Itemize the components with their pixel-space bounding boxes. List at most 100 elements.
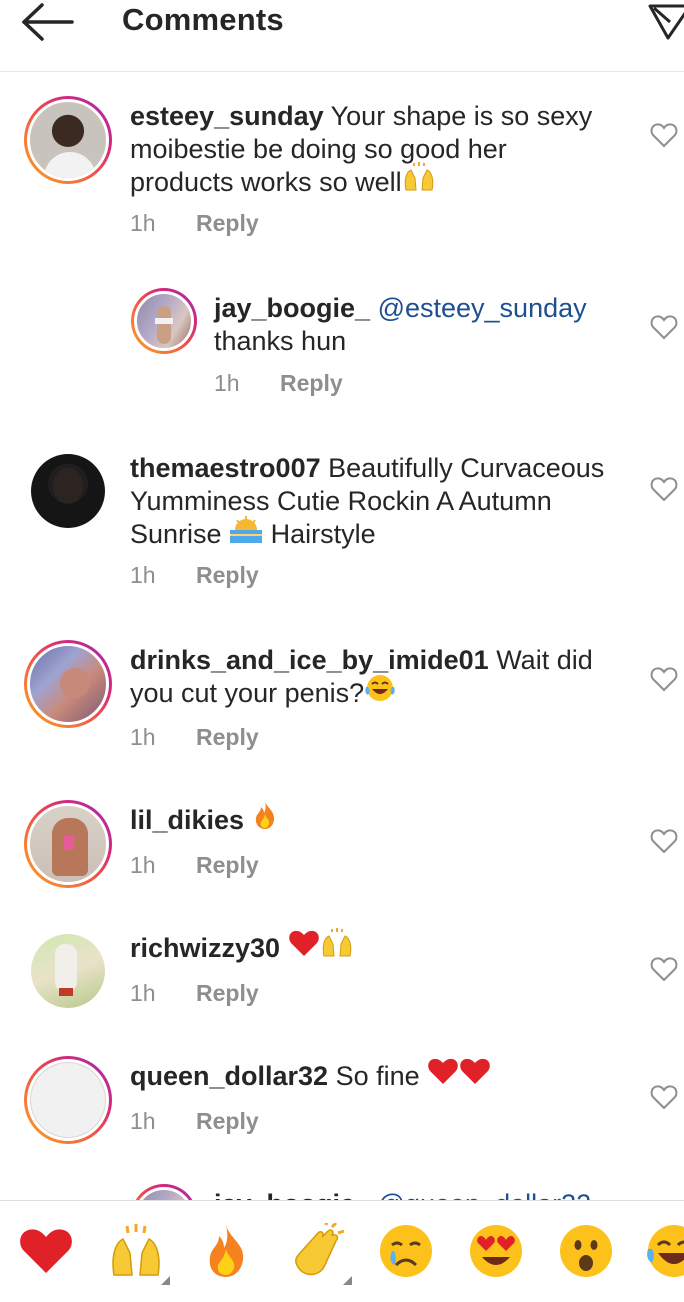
- avatar[interactable]: [131, 288, 197, 354]
- mention-link[interactable]: @queen_dollar32: [378, 1189, 592, 1200]
- comment-text: lil_dikies: [130, 800, 630, 838]
- comments-list[interactable]: esteey_sunday Your shape is so sexy moib…: [0, 72, 684, 1200]
- tears-of-joy-icon: [364, 673, 396, 711]
- avatar-image: [27, 803, 109, 885]
- heart-outline-icon: [650, 829, 678, 854]
- comment-text: richwizzy30: [130, 927, 630, 966]
- comment-text: jay_boogie_ @esteey_sunday thanks hun: [214, 292, 634, 358]
- like-button[interactable]: [650, 666, 678, 692]
- reaction-fire[interactable]: [198, 1223, 254, 1279]
- reply-button[interactable]: Reply: [196, 724, 259, 750]
- comment-username[interactable]: lil_dikies: [130, 805, 244, 835]
- page-title: Comments: [122, 2, 284, 37]
- reply-button[interactable]: Reply: [280, 370, 343, 396]
- comment-line: Yumminess Cutie Rockin A Autumn: [130, 486, 552, 516]
- comment-meta: 1h Reply: [130, 724, 259, 751]
- reaction-heart-eyes[interactable]: [468, 1223, 524, 1279]
- reply-button[interactable]: Reply: [196, 1108, 259, 1134]
- back-button[interactable]: [18, 0, 78, 46]
- red-heart-icon: [20, 1229, 72, 1273]
- mention-link[interactable]: @esteey_sunday: [378, 293, 587, 323]
- tears-of-joy-icon: [647, 1225, 684, 1277]
- avatar[interactable]: [24, 640, 112, 728]
- comment-meta: 1h Reply: [130, 980, 259, 1007]
- like-button[interactable]: [650, 956, 678, 982]
- comment-username[interactable]: esteey_sunday: [130, 101, 324, 131]
- red-heart-icon: [459, 1057, 491, 1093]
- comment-meta: 1h Reply: [130, 562, 259, 589]
- reaction-clapping-hands[interactable]: [290, 1220, 352, 1285]
- clapping-hands-icon: [295, 1220, 345, 1276]
- raising-hands-icon: [320, 927, 354, 966]
- heart-outline-icon: [650, 477, 678, 502]
- comment-line: Hairstyle: [270, 519, 376, 549]
- reply-button[interactable]: Reply: [196, 980, 259, 1006]
- avatar-image: [134, 1187, 194, 1200]
- comment-meta: 1h Reply: [130, 210, 259, 237]
- reaction-surprised-face[interactable]: [558, 1223, 614, 1279]
- avatar-image: [134, 291, 194, 351]
- comment-meta: 1h Reply: [214, 370, 343, 397]
- crying-face-icon: [380, 1225, 432, 1277]
- comment-time: 1h: [130, 562, 156, 588]
- comment-text: jay_boogie_ @queen_dollar32: [214, 1188, 634, 1200]
- comment-username[interactable]: jay_boogie_: [214, 293, 370, 323]
- like-button[interactable]: [650, 828, 678, 854]
- like-button[interactable]: [650, 1084, 678, 1110]
- heart-outline-icon: [650, 1085, 678, 1110]
- comment-time: 1h: [130, 852, 156, 878]
- like-button[interactable]: [650, 122, 678, 148]
- heart-outline-icon: [650, 123, 678, 148]
- comment-line: Sunrise: [130, 519, 222, 549]
- heart-outline-icon: [650, 315, 678, 340]
- send-button[interactable]: [646, 0, 684, 44]
- like-button[interactable]: [650, 476, 678, 502]
- reaction-heart[interactable]: [18, 1223, 74, 1279]
- comment-text: drinks_and_ice_by_imide01 Wait did you c…: [130, 644, 650, 711]
- heart-eyes-icon: [470, 1225, 522, 1277]
- red-heart-icon: [427, 1057, 459, 1093]
- avatar[interactable]: [24, 1056, 112, 1144]
- comment-time: 1h: [130, 724, 156, 750]
- comment-username[interactable]: queen_dollar32: [130, 1061, 328, 1091]
- comment-line: moibestie be doing so good her: [130, 134, 507, 164]
- comment-username[interactable]: themaestro007: [130, 453, 321, 483]
- comment-username[interactable]: richwizzy30: [130, 933, 280, 963]
- raising-hands-icon: [112, 1224, 160, 1276]
- reply-button[interactable]: Reply: [196, 852, 259, 878]
- comment-text: esteey_sunday Your shape is so sexy moib…: [130, 100, 630, 200]
- avatar[interactable]: [24, 96, 112, 184]
- avatar-image: [27, 99, 109, 181]
- comment-text: queen_dollar32 So fine: [130, 1057, 630, 1093]
- avatar[interactable]: [131, 1184, 197, 1200]
- quick-reaction-bar: [0, 1200, 684, 1302]
- reaction-tears-of-joy[interactable]: [646, 1223, 684, 1279]
- comment-time: 1h: [130, 1108, 156, 1134]
- variants-indicator: [343, 1276, 352, 1285]
- comment-line: Your shape is so sexy: [330, 101, 593, 131]
- reply-button[interactable]: Reply: [196, 210, 259, 236]
- comment-line: So fine: [335, 1061, 420, 1091]
- avatar[interactable]: [24, 800, 112, 888]
- comment-username[interactable]: drinks_and_ice_by_imide01: [130, 645, 489, 675]
- reaction-crying-face[interactable]: [378, 1223, 434, 1279]
- avatar[interactable]: [31, 454, 105, 528]
- surprised-face-icon: [560, 1225, 612, 1277]
- comment-meta: 1h Reply: [130, 852, 259, 879]
- comment-meta: 1h Reply: [130, 1108, 259, 1135]
- comment-username[interactable]: jay_boogie_: [214, 1189, 370, 1200]
- comment-line: Wait did: [496, 645, 593, 675]
- comment-time: 1h: [130, 980, 156, 1006]
- comment-time: 1h: [214, 370, 240, 396]
- comment-line: products works so well: [130, 167, 402, 197]
- avatar-image: [31, 454, 105, 528]
- reaction-raising-hands[interactable]: [108, 1223, 170, 1285]
- comment-line: thanks hun: [214, 326, 347, 356]
- avatar[interactable]: [31, 934, 105, 1008]
- reply-button[interactable]: Reply: [196, 562, 259, 588]
- fire-icon: [209, 1225, 244, 1277]
- like-button[interactable]: [650, 314, 678, 340]
- raising-hands-icon: [402, 161, 436, 200]
- red-heart-icon: [288, 929, 320, 965]
- heart-outline-icon: [650, 667, 678, 692]
